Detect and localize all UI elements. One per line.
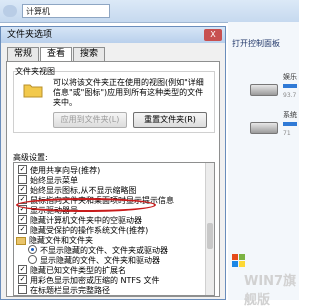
- folder-view-description: 可以将该文件夹正在使用的视图(例如"详细信息"或"图标")应用到所有这种类型的文…: [53, 78, 204, 107]
- advanced-setting-item[interactable]: 在标题栏显示完整路径: [18, 285, 110, 295]
- reset-folders-button[interactable]: 重置文件夹(R): [133, 112, 207, 128]
- drive-capacity: 93.7: [283, 92, 297, 99]
- drive-icon[interactable]: [250, 122, 278, 134]
- radio-button[interactable]: [28, 255, 37, 264]
- view-panel: 文件夹视图 可以将该文件夹正在使用的视图(例如"详细信息"或"图标")应用到所有…: [6, 61, 220, 297]
- setting-label: 隐藏已知文件类型的扩展名: [30, 266, 126, 275]
- drive-label: 系统: [283, 111, 297, 119]
- watermark: WIN7旗舰版: [244, 274, 297, 308]
- tab-view[interactable]: 查看: [40, 47, 73, 62]
- setting-label: 显示驱动器号: [30, 206, 78, 215]
- checkbox[interactable]: ✓: [18, 265, 27, 274]
- checkbox[interactable]: ✓: [18, 275, 27, 284]
- folder-icon: [16, 236, 26, 245]
- scroll-thumb[interactable]: [207, 223, 213, 249]
- drive-usage-bar: [283, 84, 297, 88]
- drive-capacity: 71: [283, 130, 291, 137]
- checkbox[interactable]: [18, 285, 27, 294]
- checkbox[interactable]: ✓: [18, 185, 27, 194]
- checkbox[interactable]: ✓: [18, 195, 27, 204]
- scrollbar[interactable]: [205, 163, 214, 295]
- tab-search[interactable]: 搜索: [73, 47, 106, 61]
- address-bar[interactable]: 计算机: [22, 4, 110, 18]
- checkbox[interactable]: [18, 175, 27, 184]
- setting-label: 不显示隐藏的文件、文件夹或驱动器: [40, 246, 168, 255]
- checkbox[interactable]: ✓: [18, 165, 27, 174]
- checkbox[interactable]: ✓: [18, 225, 27, 234]
- setting-label: 隐藏计算机文件夹中的空驱动器: [30, 216, 142, 225]
- setting-label: 显示隐藏的文件、文件夹和驱动器: [40, 256, 160, 265]
- checkbox[interactable]: ✓: [18, 215, 27, 224]
- setting-label: 隐藏受保护的操作系统文件(推荐): [30, 226, 149, 235]
- drive-icon[interactable]: [250, 84, 278, 96]
- setting-label: 用彩色显示加密或压缩的 NTFS 文件: [30, 276, 160, 285]
- back-icon[interactable]: [3, 5, 17, 17]
- close-button[interactable]: X: [204, 29, 222, 41]
- folder-options-dialog: 文件夹选项 X 常规 查看 搜索 文件夹视图 可以将该文件夹正在使用的视图(例如…: [0, 26, 226, 300]
- tab-bar: 常规 查看 搜索: [7, 47, 106, 62]
- drive-label: 娱乐: [283, 73, 297, 81]
- setting-label: 在标题栏显示完整路径: [30, 286, 110, 295]
- drive-usage-bar: [283, 122, 297, 126]
- advanced-settings-list: ✓ 使用共享向导(推荐) 始终显示菜单 ✓ 始终显示图标,从不显示缩略图 ✓ 鼠标指向文件夹…: [13, 162, 215, 296]
- setting-label: 使用共享向导(推荐): [30, 166, 101, 175]
- checkbox[interactable]: ✓: [18, 205, 27, 214]
- setting-label: 始终显示图标,从不显示缩略图: [30, 186, 137, 195]
- folder-view-title: 文件夹视图: [15, 67, 55, 76]
- folder-icon: [23, 84, 43, 98]
- setting-label: 始终显示菜单: [30, 176, 78, 185]
- dialog-title: 文件夹选项: [1, 27, 225, 43]
- windows-logo-icon: [232, 254, 245, 267]
- radio-button[interactable]: [28, 245, 37, 254]
- explorer-titlebar: 计算机: [0, 0, 299, 23]
- open-control-panel-button[interactable]: 打开控制面板: [232, 38, 280, 49]
- tab-general[interactable]: 常规: [7, 47, 40, 61]
- apply-to-folders-button[interactable]: 应用到文件夹(L): [53, 112, 127, 128]
- setting-label: 隐藏文件和文件夹: [29, 236, 93, 245]
- setting-label: 鼠标指向文件夹和桌面项时显示提示信息: [30, 196, 174, 205]
